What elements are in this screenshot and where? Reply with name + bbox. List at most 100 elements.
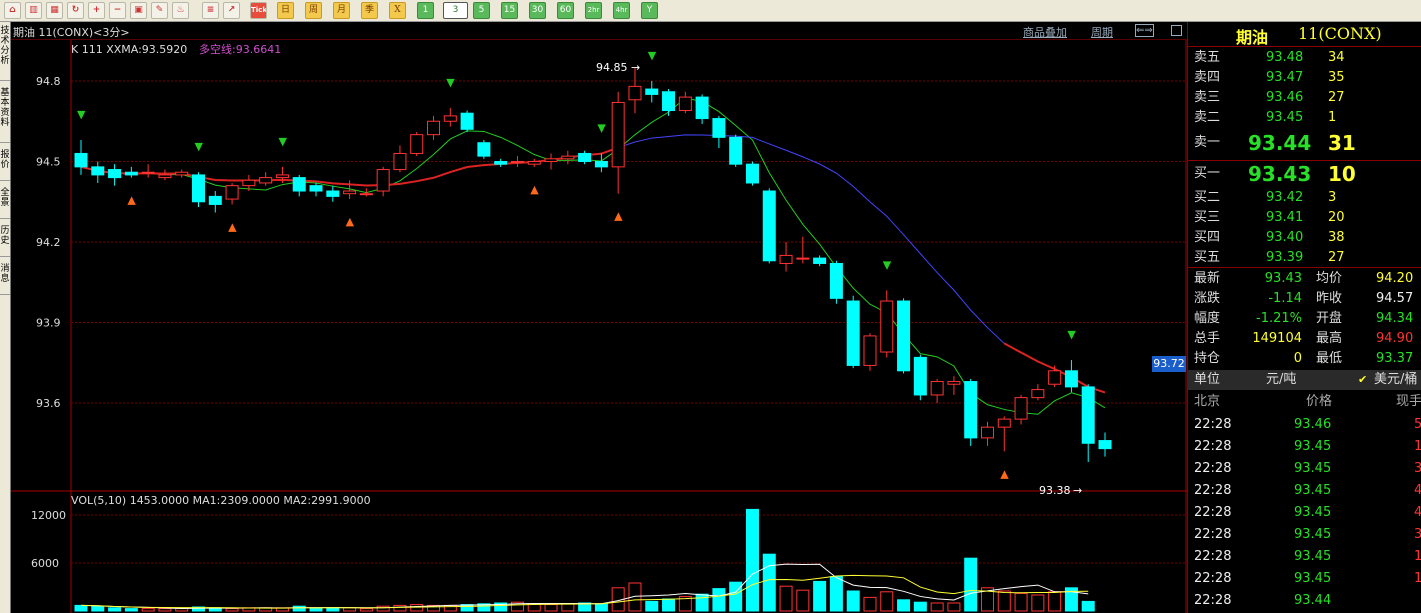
ask-label: 卖三 (1194, 90, 1221, 105)
period-button-12[interactable]: 4hr (613, 2, 630, 19)
film-icon[interactable]: ▦ (46, 2, 63, 19)
kline-chart[interactable]: 94.8 94.5 94.2 93.9 93.6 12000 6000 ▼ ▼ ▼ ▼ ▼ ▼ ▼ ▼ ▲ ▲… (11, 40, 1187, 613)
trades-place: 北京 (1194, 394, 1221, 409)
trade-price: 93.45 (1294, 461, 1332, 476)
zoom-in-icon[interactable]: + (88, 2, 105, 19)
volume-bar (897, 599, 911, 612)
trades-header: 北京 价格 现手 (1188, 392, 1421, 412)
stat-label-2: 均价 (1316, 271, 1343, 286)
line-chart-icon[interactable]: ↗ (223, 2, 240, 19)
dk-line-label: 多空线:93.6641 (199, 42, 281, 56)
volume-bar (343, 607, 357, 612)
volume-bar (393, 604, 407, 612)
indicator-label: K 111 XXMA:93.5920 (71, 43, 187, 56)
left-tab-1[interactable]: 基本资料 (0, 88, 10, 143)
trade-time: 22:28 (1194, 527, 1232, 542)
volume-tick-label: 12000 (31, 509, 66, 522)
unit-cny[interactable]: 元/吨 (1266, 370, 1296, 390)
volume-bar (645, 600, 659, 612)
bid-price: 93.40 (1266, 230, 1304, 245)
period-button-13[interactable]: Y (641, 2, 658, 19)
candle-body (443, 115, 457, 122)
period-button-1[interactable]: 周 (305, 2, 322, 19)
stat-label-2: 开盘 (1316, 311, 1343, 326)
candle-body (729, 136, 743, 165)
compare-link[interactable]: 商品叠加 (1023, 24, 1067, 40)
candle-body (678, 96, 692, 112)
volume-bar (913, 601, 927, 612)
arrow-buttons[interactable]: ⇐⇒ (1135, 24, 1154, 37)
candle-body (930, 381, 944, 396)
trade-price: 93.45 (1294, 505, 1332, 520)
volume-bar (359, 608, 373, 612)
stat-value-2: 93.37 (1376, 351, 1414, 366)
period-button-0[interactable]: 日 (277, 2, 294, 19)
period-button-2[interactable]: 月 (333, 2, 350, 19)
candle-body (242, 179, 256, 187)
period-button-7[interactable]: 5 (473, 2, 490, 19)
tick-button[interactable]: Tick (250, 2, 267, 19)
period-button-4[interactable]: X (389, 2, 406, 19)
candle-body (1014, 397, 1028, 420)
volume-bar (729, 581, 743, 612)
volume-bar (997, 590, 1011, 612)
left-tab-3[interactable]: 全景 (0, 188, 10, 219)
sell-arrow-icon: ▼ (1067, 328, 1076, 341)
period-link[interactable]: 周期 (1091, 24, 1113, 40)
stat-value-2: 94.34 (1376, 311, 1414, 326)
volume-bar (410, 604, 424, 612)
period-button-3[interactable]: 季 (361, 2, 378, 19)
unit-usd[interactable]: 美元/桶 (1374, 370, 1417, 390)
bid-label: 买四 (1194, 230, 1221, 245)
volume-bar (863, 596, 877, 612)
candle-body (359, 193, 373, 196)
period-button-5[interactable]: 1 (417, 2, 434, 19)
ask-price: 93.45 (1266, 110, 1304, 125)
fullscreen-icon[interactable] (1171, 25, 1182, 36)
ask-label: 卖四 (1194, 70, 1221, 85)
pencil-icon[interactable]: ✎ (151, 2, 168, 19)
flask-icon[interactable]: ♨ (172, 2, 189, 19)
candle-body (880, 300, 894, 353)
candle-body (393, 152, 407, 171)
trade-time: 22:28 (1194, 417, 1232, 432)
candle-body (796, 257, 810, 260)
candle-body (762, 190, 776, 262)
left-tab-2[interactable]: 报价 (0, 150, 10, 181)
stat-row: 最新 93.43 均价 94.20 (1188, 269, 1421, 289)
candle-body (964, 381, 978, 439)
bid1-price: 93.43 (1248, 162, 1312, 186)
trade-row: 22:28 93.45 10 (1188, 568, 1421, 590)
window-icon[interactable]: ▣ (130, 2, 147, 19)
left-tab-0[interactable]: 技术分析 (0, 26, 10, 81)
cylinder-icon[interactable]: ▥ (25, 2, 42, 19)
chart-title: 期油 11(CONX)<3分> (13, 26, 130, 39)
candle-body (947, 381, 961, 385)
stat-row: 持仓 0 最低 93.37 (1188, 349, 1421, 369)
period-button-9[interactable]: 30 (529, 2, 546, 19)
left-tab-5[interactable]: 消息 (0, 264, 10, 295)
period-button-11[interactable]: 2hr (585, 2, 602, 19)
trade-volume: 1 (1414, 439, 1421, 454)
period-button-10[interactable]: 60 (557, 2, 574, 19)
period-button-8[interactable]: 15 (501, 2, 518, 19)
price-tick-label: 93.9 (36, 317, 61, 330)
left-tab-4[interactable]: 历史 (0, 226, 10, 257)
home-icon[interactable]: ⌂ (4, 2, 21, 19)
period-button-6[interactable]: 3 (443, 2, 468, 19)
volume-bar (141, 608, 155, 612)
refresh-icon[interactable]: ↻ (67, 2, 84, 19)
ask1-row: 卖一 93.44 31 (1188, 130, 1421, 156)
candle-body (460, 112, 474, 130)
volume-bar (1014, 592, 1028, 612)
bid-volume: 38 (1328, 230, 1345, 245)
sell-arrow-icon: ▼ (648, 49, 657, 62)
ask-volume: 27 (1328, 90, 1345, 105)
buy-arrow-icon: ▲ (614, 210, 623, 223)
ask1-volume: 31 (1328, 131, 1356, 155)
list-icon[interactable]: ≡ (202, 2, 219, 19)
trade-price: 93.45 (1294, 527, 1332, 542)
sell-arrow-icon: ▼ (195, 140, 204, 153)
zoom-out-icon[interactable]: − (109, 2, 126, 19)
bid-label: 买二 (1194, 190, 1221, 205)
